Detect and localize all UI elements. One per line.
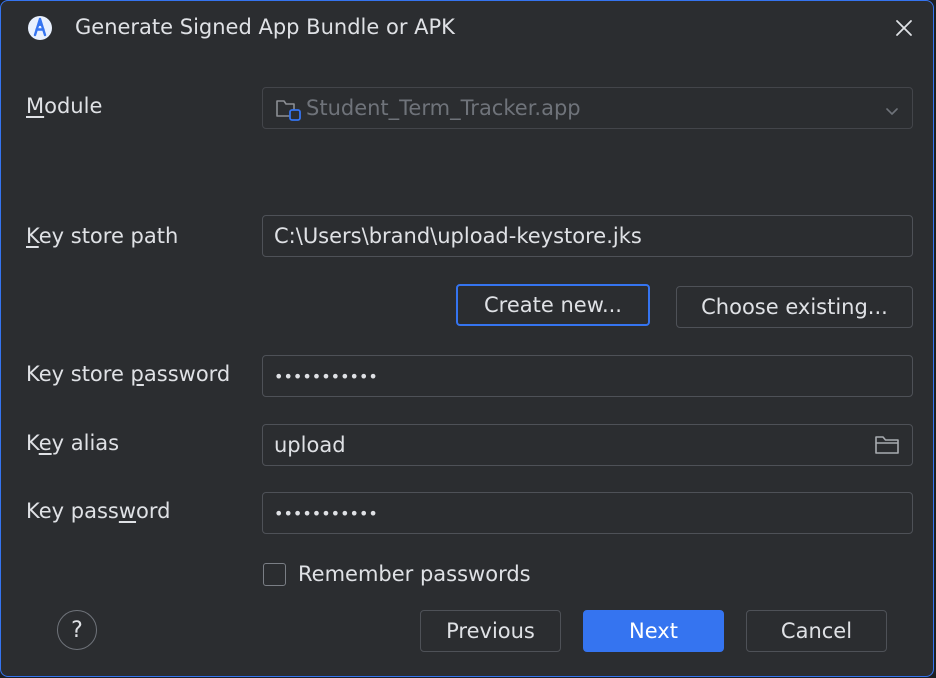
keystore-path-value: C:\Users\brand\upload-keystore.jks [274, 224, 642, 248]
module-value: Student_Term_Tracker.app [306, 96, 581, 120]
keystore-password-input[interactable]: ••••••••••• [262, 355, 913, 397]
generate-signed-bundle-dialog: Generate Signed App Bundle or APK Module… [0, 0, 934, 677]
android-studio-icon [27, 15, 53, 41]
help-button[interactable]: ? [57, 610, 97, 650]
remember-passwords-label[interactable]: Remember passwords [298, 562, 531, 586]
chevron-down-icon [884, 100, 900, 116]
folder-icon[interactable] [874, 434, 900, 456]
keystore-password-value: ••••••••••• [274, 366, 378, 386]
create-new-button[interactable]: Create new... [456, 284, 650, 326]
close-button[interactable] [889, 13, 919, 43]
key-alias-input[interactable]: upload [262, 424, 913, 466]
key-alias-value: upload [274, 433, 346, 457]
choose-existing-button[interactable]: Choose existing... [676, 286, 913, 328]
remember-passwords-checkbox[interactable] [263, 563, 286, 586]
module-folder-icon [274, 94, 302, 122]
title-bar: Generate Signed App Bundle or APK [1, 1, 933, 57]
module-select[interactable]: Student_Term_Tracker.app [262, 87, 913, 129]
question-mark-icon: ? [71, 617, 83, 643]
dialog-title: Generate Signed App Bundle or APK [75, 15, 455, 39]
keystore-path-input[interactable]: C:\Users\brand\upload-keystore.jks [262, 215, 913, 257]
keystore-password-label: Key store password [26, 362, 231, 386]
key-password-input[interactable]: ••••••••••• [262, 492, 913, 534]
key-password-label: Key password [26, 499, 171, 523]
key-alias-label: Key alias [26, 431, 120, 455]
next-button[interactable]: Next [583, 610, 724, 652]
previous-button[interactable]: Previous [420, 610, 561, 652]
keystore-path-label: Key store path [26, 224, 179, 248]
cancel-button[interactable]: Cancel [746, 610, 887, 652]
key-password-value: ••••••••••• [274, 503, 378, 523]
close-icon [896, 20, 912, 36]
module-label: Module [26, 94, 103, 118]
